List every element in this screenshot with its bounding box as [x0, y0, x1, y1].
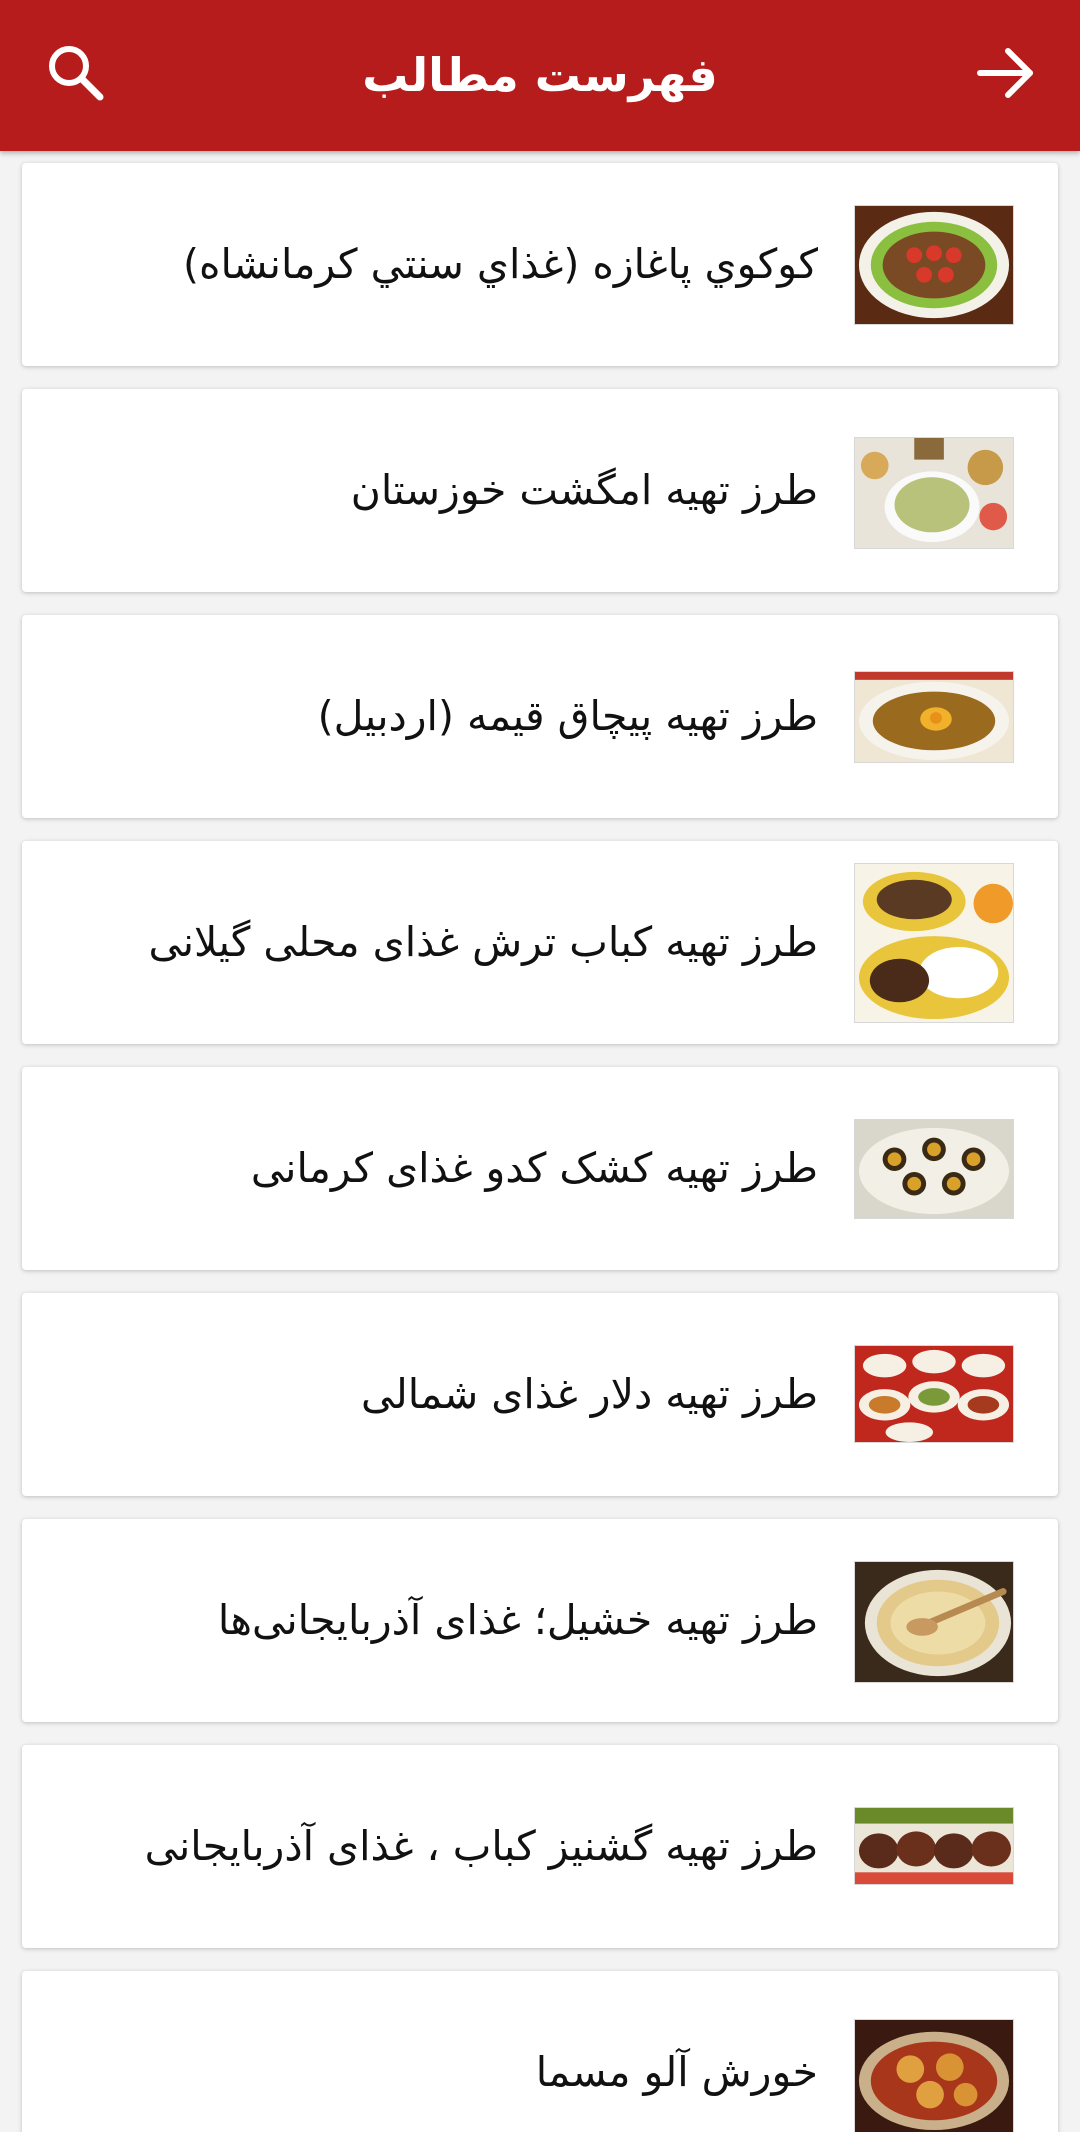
plum-stew-image [854, 2019, 1014, 2132]
list-item[interactable]: طرز تهیه امگشت خوزستان [22, 389, 1058, 592]
kabab-rice-image [854, 863, 1014, 1023]
list-item[interactable]: خورش آلو مسما [22, 1971, 1058, 2132]
list-item[interactable]: طرز تهیه کشک کدو غذای کرمانی [22, 1067, 1058, 1270]
page-title: فهرست مطالب [362, 48, 718, 102]
app-bar: فهرست مطالب [0, 0, 1080, 151]
list-item-title: طرز تهیه کشک کدو غذای کرمانی [250, 1144, 818, 1192]
list-item-title: طرز تهیه کباب ترش غذای محلی گیلانی [148, 918, 818, 966]
list-item[interactable]: طرز تهیه گشنیز کباب ، غذای آذربایجانی [22, 1745, 1058, 1948]
list-item[interactable]: كوكوي پاغازه (غذاي سنتي كرمانشاه) [22, 163, 1058, 366]
list-item-title: خورش آلو مسما [535, 2048, 818, 2096]
list-item-title: كوكوي پاغازه (غذاي سنتي كرمانشاه) [183, 240, 818, 288]
meatballs-image [854, 1807, 1014, 1885]
list-item[interactable]: طرز تهیه خشیل؛ غذای آذربایجانی‌ها [22, 1519, 1058, 1722]
list-item-title: طرز تهیه خشیل؛ غذای آذربایجانی‌ها [217, 1596, 818, 1644]
list-item-title: طرز تهیه گشنیز کباب ، غذای آذربایجانی [144, 1822, 818, 1870]
kuku-platter-image [854, 205, 1014, 325]
list-item[interactable]: طرز تهیه پیچاق قیمه (اردبیل) [22, 615, 1058, 818]
list-item[interactable]: طرز تهیه کباب ترش غذای محلی گیلانی [22, 841, 1058, 1044]
porridge-bowl-image [854, 1561, 1014, 1683]
list-item-title: طرز تهیه پیچاق قیمه (اردبیل) [317, 692, 818, 740]
list-item-title: طرز تهیه امگشت خوزستان [350, 466, 818, 514]
back-button[interactable] [966, 35, 1046, 115]
article-list[interactable]: كوكوي پاغازه (غذاي سنتي كرمانشاه) طرز ته… [0, 151, 1080, 2132]
northern-dishes-image [854, 1345, 1014, 1443]
rice-dish-image [854, 437, 1014, 549]
kashk-bowl-image [854, 1119, 1014, 1219]
list-item[interactable]: طرز تهیه دلار غذای شمالی [22, 1293, 1058, 1496]
arrow-right-icon [974, 41, 1038, 109]
list-item-title: طرز تهیه دلار غذای شمالی [361, 1370, 818, 1418]
stew-egg-image [854, 671, 1014, 763]
